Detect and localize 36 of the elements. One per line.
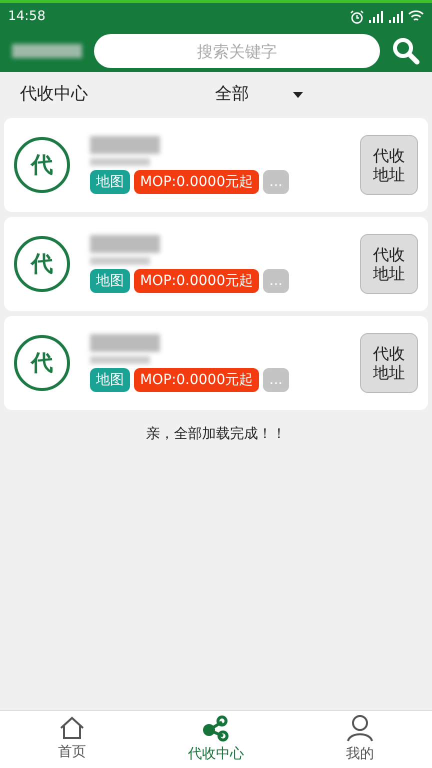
store-card[interactable]: 代 地图 MOP:0.0000元起 ... 代收地址 bbox=[4, 217, 428, 311]
address-button[interactable]: 代收地址 bbox=[360, 333, 418, 393]
blurred-store-name bbox=[90, 235, 160, 253]
share-icon bbox=[202, 714, 230, 742]
blurred-account bbox=[12, 44, 82, 58]
home-icon bbox=[59, 716, 85, 740]
alarm-icon bbox=[350, 10, 364, 24]
load-complete-note: 亲，全部加载完成！！ bbox=[146, 425, 286, 444]
nav-tab[interactable]: 我的 bbox=[288, 711, 432, 768]
price-tag: MOP:0.0000元起 bbox=[134, 269, 260, 293]
page-title: 代收中心 bbox=[20, 83, 89, 106]
status-time: 14:58 bbox=[8, 8, 46, 26]
blurred-store-name bbox=[90, 334, 160, 352]
user-icon bbox=[346, 714, 374, 742]
price-tag: MOP:0.0000元起 bbox=[134, 170, 260, 194]
filter-dropdown[interactable]: 全部 bbox=[215, 82, 303, 108]
address-button[interactable]: 代收地址 bbox=[360, 135, 418, 195]
blurred-address bbox=[90, 158, 150, 166]
signal-icon bbox=[388, 10, 404, 22]
nav-tab[interactable]: 代收中心 bbox=[144, 711, 288, 768]
store-card[interactable]: 代 地图 MOP:0.0000元起 ... 代收地址 bbox=[4, 118, 428, 212]
store-badge: 代 bbox=[14, 137, 70, 193]
signal-icon bbox=[368, 10, 384, 22]
nav-tab[interactable]: 首页 bbox=[0, 711, 144, 768]
wifi-icon bbox=[408, 10, 424, 23]
store-card[interactable]: 代 地图 MOP:0.0000元起 ... 代收地址 bbox=[4, 316, 428, 410]
blurred-address bbox=[90, 356, 150, 364]
store-badge: 代 bbox=[14, 335, 70, 391]
address-button[interactable]: 代收地址 bbox=[360, 234, 418, 294]
blurred-store-name bbox=[90, 136, 160, 154]
search-field[interactable]: 搜索关键字 bbox=[94, 34, 380, 68]
store-badge: 代 bbox=[14, 236, 70, 292]
search-icon[interactable] bbox=[392, 37, 420, 65]
blurred-address bbox=[90, 257, 150, 265]
caret-icon bbox=[293, 92, 303, 98]
price-tag: MOP:0.0000元起 bbox=[134, 368, 260, 392]
